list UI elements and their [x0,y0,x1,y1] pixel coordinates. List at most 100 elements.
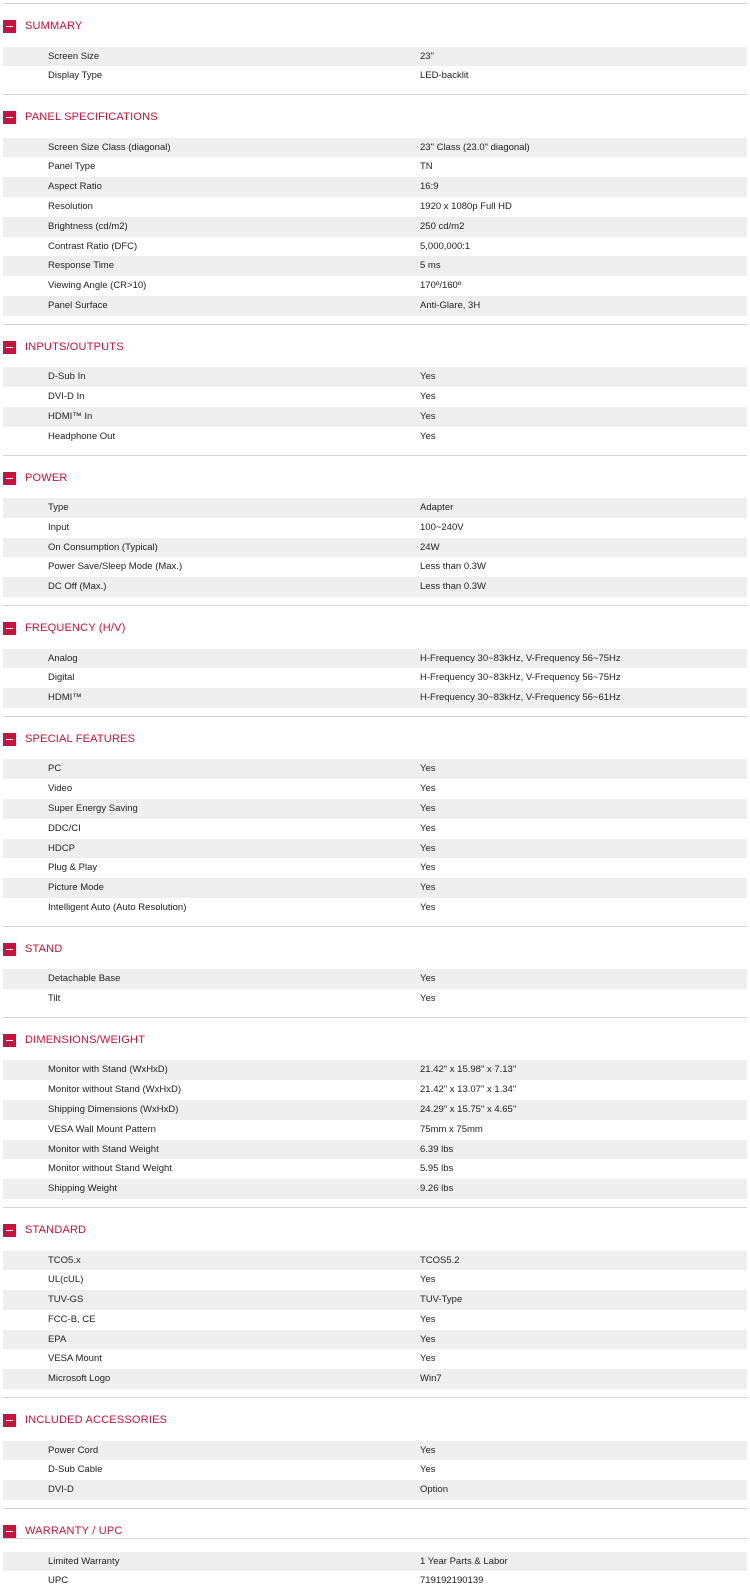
spec-value: 170º/160º [420,279,461,292]
section-title: STANDARD [25,1223,86,1237]
spec-value: Yes [420,972,436,985]
spec-label: On Consumption (Typical) [48,541,158,554]
collapse-minus-icon[interactable] [3,20,16,33]
section-header[interactable]: INCLUDED ACCESSORIES [3,1412,747,1430]
section-divider [3,94,747,95]
spec-label: TUV-GS [48,1293,83,1306]
collapse-minus-icon[interactable] [3,1034,16,1047]
spec-value: H-Frequency 30~83kHz, V-Frequency 56~75H… [420,652,621,665]
section-title: STAND [25,942,62,956]
collapse-minus-icon[interactable] [3,1525,16,1538]
section-title: INPUTS/OUTPUTS [25,340,124,354]
spec-row: Panel TypeTN [3,157,747,177]
spec-row: HDMI™ InYes [3,407,747,427]
spec-label: Picture Mode [48,881,104,894]
spec-value: Less than 0.3W [420,560,486,573]
spec-label: VESA Mount [48,1352,102,1365]
spec-row: DVI-DOption [3,1480,747,1500]
spec-row: Plug & PlayYes [3,858,747,878]
spec-value: Less than 0.3W [420,580,486,593]
spec-value: H-Frequency 30~83kHz, V-Frequency 56~61H… [420,691,621,704]
spec-label: Video [48,782,72,795]
spec-value: 23" Class (23.0" diagonal) [420,141,530,154]
spec-row: Response Time5 ms [3,256,747,276]
spec-value: Yes [420,881,436,894]
section-title: POWER [25,471,68,485]
spec-value: TN [420,160,433,173]
spec-label: Contrast Ratio (DFC) [48,240,137,253]
section-divider [3,1017,747,1018]
section-header[interactable]: POWER [3,470,747,488]
spec-label: FCC-B, CE [48,1313,96,1326]
spec-table: AnalogH-Frequency 30~83kHz, V-Frequency … [3,649,747,708]
spec-table: Power CordYes D-Sub Cable Yes DVI-DOption [3,1441,747,1500]
spec-table: Detachable BaseYesTiltYes [3,969,747,1009]
spec-row: Monitor with Stand Weight6.39 lbs [3,1140,747,1160]
spec-row: DC Off (Max.)Less than 0.3W [3,577,747,597]
spec-row: Microsoft Logo Win7 [3,1369,747,1389]
section-divider [3,455,747,456]
spec-value: TCOS5.2 [420,1254,460,1267]
spec-label: Monitor with Stand (WxHxD) [48,1063,168,1076]
spec-row: Screen Size Class (diagonal)23" Class (2… [3,138,747,158]
spec-row: DigitalH-Frequency 30~83kHz, V-Frequency… [3,668,747,688]
spec-label: Aspect Ratio [48,180,102,193]
spec-label: Microsoft Logo [48,1372,110,1385]
spec-value: Yes [420,782,436,795]
spec-row: UL(cUL)Yes [3,1270,747,1290]
spec-value: 1 Year Parts & Labor [420,1555,508,1568]
spec-row: Detachable BaseYes [3,969,747,989]
section-header[interactable]: FREQUENCY (H/V) [3,620,747,638]
collapse-minus-icon[interactable] [3,733,16,746]
section-divider [3,716,747,717]
spec-row: TypeAdapter [3,498,747,518]
section-title: FREQUENCY (H/V) [25,621,126,635]
spec-row: Brightness (cd/m2)250 cd/m2 [3,217,747,237]
spec-table: D-Sub InYesDVI-D InYesHDMI™ InYesHeadpho… [3,367,747,446]
section-divider [3,1207,747,1208]
spec-row: Screen Size23" [3,47,747,67]
spec-value: Yes [420,842,436,855]
spec-value: 719192190139 [420,1574,483,1587]
spec-label: Shipping Dimensions (WxHxD) [48,1103,178,1116]
section-header[interactable]: INPUTS/OUTPUTS [3,339,747,357]
collapse-minus-icon[interactable] [3,1224,16,1237]
section-header[interactable]: SUMMARY [3,18,747,36]
spec-label: HDMI™ [48,691,82,704]
collapse-minus-icon[interactable] [3,341,16,354]
collapse-minus-icon[interactable] [3,622,16,635]
section-divider [3,3,747,4]
spec-label: Power Save/Sleep Mode (Max.) [48,560,182,573]
spec-label: Input [48,521,69,534]
spec-row: On Consumption (Typical)24W [3,538,747,558]
spec-value: 9.26 lbs [420,1182,453,1195]
spec-value: Yes [420,992,436,1005]
spec-value: Yes [420,1463,436,1476]
section-header[interactable]: SPECIAL FEATURES [3,731,747,749]
spec-value: 5 ms [420,259,441,272]
section-title: PANEL SPECIFICATIONS [25,110,158,124]
section-header[interactable]: DIMENSIONS/WEIGHT [3,1032,747,1050]
section-header[interactable]: STANDARD [3,1222,747,1240]
spec-value: 1920 x 1080p Full HD [420,200,512,213]
section-header[interactable]: STAND [3,941,747,959]
spec-row: Aspect Ratio16:9 [3,177,747,197]
spec-label: PC [48,762,61,775]
spec-value: Win7 [420,1372,442,1385]
collapse-minus-icon[interactable] [3,943,16,956]
spec-label: D-Sub In [48,370,86,383]
spec-label: Viewing Angle (CR>10) [48,279,146,292]
spec-value: Anti-Glare, 3H [420,299,480,312]
spec-label: Limited Warranty [48,1555,119,1568]
spec-row: Power CordYes [3,1441,747,1461]
spec-row: D-Sub Cable Yes [3,1460,747,1480]
spec-label: VESA Wall Mount Pattern [48,1123,156,1136]
collapse-minus-icon[interactable] [3,1414,16,1427]
section-header[interactable]: PANEL SPECIFICATIONS [3,109,747,127]
collapse-minus-icon[interactable] [3,472,16,485]
collapse-minus-icon[interactable] [3,111,16,124]
spec-row: Monitor without Stand (WxHxD)21.42" x 13… [3,1080,747,1100]
spec-label: D-Sub Cable [48,1463,102,1476]
spec-table: Limited Warranty1 Year Parts & LaborUPC7… [3,1552,747,1591]
spec-row: DVI-D InYes [3,387,747,407]
